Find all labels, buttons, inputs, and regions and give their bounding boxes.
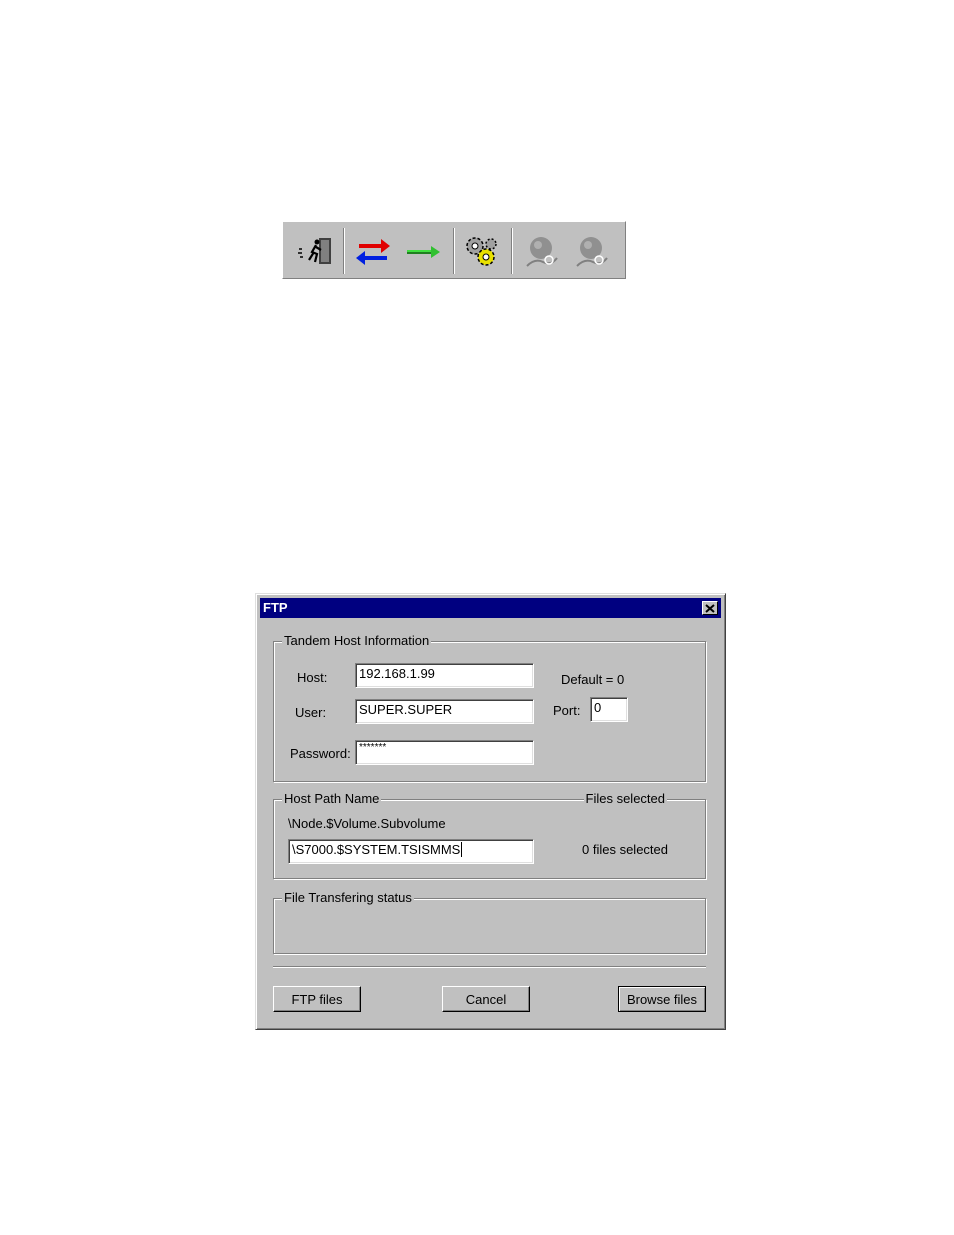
title-bar: FTP bbox=[260, 598, 721, 618]
host-path-input[interactable]: \S7000.$SYSTEM.TSISMMS bbox=[288, 839, 534, 864]
globe-disabled-icon bbox=[576, 237, 608, 267]
browse-files-button[interactable]: Browse files bbox=[618, 986, 706, 1012]
host-input[interactable]: 192.168.1.99 bbox=[355, 663, 534, 688]
globe-disabled-icon bbox=[526, 237, 558, 267]
transfer-status-group: File Transfering status bbox=[273, 890, 706, 954]
connect-button bbox=[521, 232, 561, 270]
files-selected-legend: Files selected bbox=[583, 791, 667, 806]
dialog-title: FTP bbox=[263, 600, 288, 615]
host-path-legend: Host Path Name bbox=[282, 791, 382, 806]
divider bbox=[273, 966, 706, 968]
ftp-files-button[interactable]: FTP files bbox=[273, 986, 361, 1012]
default-port-note: Default = 0 bbox=[561, 672, 625, 687]
password-label: Password: bbox=[290, 746, 351, 761]
user-input[interactable]: SUPER.SUPER bbox=[355, 699, 534, 724]
password-input[interactable]: ******* bbox=[355, 740, 534, 765]
text-caret bbox=[461, 842, 463, 857]
port-input[interactable]: 0 bbox=[590, 697, 628, 722]
green-arrow-icon bbox=[407, 246, 440, 258]
toolbar-separator bbox=[343, 228, 345, 274]
exit-button[interactable] bbox=[295, 232, 335, 270]
gears-icon bbox=[466, 237, 497, 266]
host-label: Host: bbox=[297, 670, 328, 685]
transfer-button[interactable] bbox=[353, 232, 393, 270]
cancel-button[interactable]: Cancel bbox=[442, 986, 530, 1012]
close-icon bbox=[705, 603, 715, 613]
close-button[interactable] bbox=[702, 601, 718, 615]
files-selected-count: 0 files selected bbox=[582, 842, 668, 857]
port-label: Port: bbox=[553, 703, 581, 718]
transfer-status-legend: File Transfering status bbox=[282, 890, 414, 905]
path-format-hint: \Node.$Volume.Subvolume bbox=[288, 816, 446, 831]
toolbar-separator bbox=[511, 228, 513, 274]
user-label: User: bbox=[295, 705, 327, 720]
settings-button[interactable] bbox=[461, 232, 501, 270]
ftp-dialog: FTP Tandem Host Information Host: 192.16… bbox=[255, 593, 726, 1030]
toolbar-separator bbox=[453, 228, 455, 274]
transfer-arrows-icon bbox=[356, 239, 390, 265]
main-toolbar bbox=[282, 221, 626, 279]
disconnect-button bbox=[571, 232, 611, 270]
exit-door-icon bbox=[298, 238, 331, 264]
send-button[interactable] bbox=[403, 232, 443, 270]
host-path-value: \S7000.$SYSTEM.TSISMMS bbox=[292, 842, 461, 857]
host-info-legend: Tandem Host Information bbox=[282, 633, 432, 648]
